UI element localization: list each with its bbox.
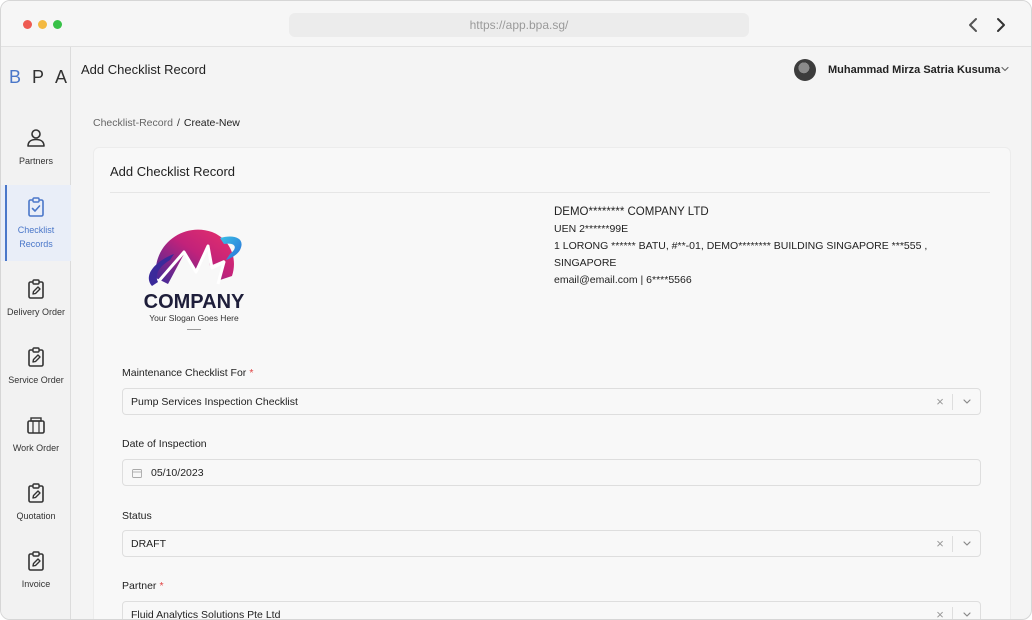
sidebar-item-label-line2: Records	[19, 238, 53, 249]
logo-text: COMPANY	[144, 291, 245, 313]
browser-titlebar: https://app.bpa.sg/	[1, 1, 1031, 47]
company-address-line1: 1 LORONG ****** BATU, #**-01, DEMO******…	[554, 240, 928, 252]
breadcrumb-link-checklist-record[interactable]: Checklist-Record	[93, 117, 173, 129]
sidebar-item-label: Invoice	[21, 578, 51, 589]
clipboard-edit-icon	[28, 278, 44, 299]
status-label: Status	[122, 510, 152, 522]
sidebar-item-label: Work Order	[12, 442, 60, 453]
clipboard-edit-icon	[28, 482, 44, 503]
brand-letter-p: P	[31, 67, 44, 87]
partner-label-text: Partner	[122, 580, 157, 592]
clipboard-edit-icon	[28, 346, 44, 367]
chevron-down-icon[interactable]	[961, 539, 973, 549]
person-icon	[27, 128, 45, 147]
app-header: Add Checklist Record Muhammad Mirza Satr…	[71, 47, 1031, 93]
chevron-down-icon[interactable]	[961, 397, 973, 407]
chevron-right-icon	[997, 18, 1005, 32]
chevron-down-icon[interactable]	[999, 63, 1011, 75]
logo-slogan: Your Slogan Goes Here	[149, 313, 239, 323]
sidebar-item-invoice[interactable]: Invoice	[1, 539, 71, 601]
sidebar-item-label: Checklist Records	[18, 223, 55, 251]
company-logo: COMPANY Your Slogan Goes Here	[144, 229, 245, 330]
avatar[interactable]	[794, 59, 816, 81]
brand-letter-b: B	[9, 67, 22, 87]
sidebar-item-checklist-records[interactable]: Checklist Records	[1, 185, 71, 261]
sidebar-item-service-order[interactable]: Service Order	[1, 335, 71, 397]
partner-label: Partner *	[122, 580, 164, 592]
clear-icon[interactable]: ×	[934, 395, 946, 409]
clipboard-check-icon	[28, 196, 44, 217]
checklist-for-value: Pump Services Inspection Checklist	[131, 396, 298, 408]
company-address-line2: SINGAPORE	[554, 257, 617, 269]
page-title: Add Checklist Record	[81, 62, 206, 77]
sidebar-item-label-line1: Checklist	[17, 224, 55, 235]
status-select[interactable]: DRAFT ×	[122, 530, 981, 557]
required-mark: *	[159, 580, 164, 592]
sidebar-item-work-order[interactable]: Work Order	[1, 403, 71, 465]
sidebar: B P A Partners Checklist Records Delivery…	[1, 47, 71, 619]
company-info: DEMO******** COMPANY LTD UEN 2******99E …	[554, 204, 927, 289]
sidebar-item-delivery-order[interactable]: Delivery Order	[1, 267, 71, 329]
briefcase-icon	[27, 416, 45, 434]
clear-icon[interactable]: ×	[934, 608, 946, 620]
close-window-button[interactable]	[23, 20, 32, 29]
required-mark: *	[249, 367, 254, 379]
chevron-left-icon	[969, 18, 977, 32]
status-value: DRAFT	[131, 538, 166, 550]
checklist-for-label-text: Maintenance Checklist For	[122, 367, 247, 379]
company-contact: email@email.com | 6****5566	[554, 274, 692, 286]
checklist-form-card: Add Checklist Record COMPANY Your Slogan…	[93, 147, 1011, 620]
chevron-down-icon[interactable]	[961, 610, 973, 620]
partner-select[interactable]: Fluid Analytics Solutions Pte Ltd ×	[122, 601, 981, 620]
address-bar[interactable]: https://app.bpa.sg/	[289, 13, 749, 37]
sidebar-item-quotation[interactable]: Quotation	[1, 471, 71, 533]
checklist-for-label: Maintenance Checklist For *	[122, 367, 253, 379]
clipboard-edit-icon	[28, 550, 44, 571]
company-name: DEMO******** COMPANY LTD	[554, 206, 709, 218]
forward-button[interactable]	[991, 13, 1011, 37]
breadcrumb: Checklist-Record / Create-New	[93, 117, 240, 129]
breadcrumb-separator: /	[176, 117, 180, 129]
select-separator	[952, 394, 953, 410]
sidebar-item-label: Partners	[18, 155, 53, 166]
brand-logo[interactable]: B P A	[9, 67, 67, 88]
minimize-window-button[interactable]	[38, 20, 47, 29]
select-separator	[952, 607, 953, 619]
partner-value: Fluid Analytics Solutions Pte Ltd	[131, 609, 281, 620]
clear-icon[interactable]: ×	[934, 537, 946, 551]
select-separator	[952, 536, 953, 552]
user-name[interactable]: Muhammad Mirza Satria Kusuma	[828, 64, 1000, 76]
breadcrumb-current: Create-New	[183, 117, 240, 129]
sidebar-item-label: Delivery Order	[6, 306, 65, 317]
card-title: Add Checklist Record	[110, 164, 235, 179]
sidebar-item-label: Service Order	[8, 374, 64, 385]
sidebar-item-partners[interactable]: Partners	[1, 116, 71, 178]
checklist-for-select[interactable]: Pump Services Inspection Checklist ×	[122, 388, 981, 415]
back-button[interactable]	[963, 13, 983, 37]
date-value: 05/10/2023	[151, 467, 204, 479]
sidebar-item-label: Quotation	[16, 510, 56, 521]
brand-letter-a: A	[54, 67, 67, 87]
company-uen: UEN 2******99E	[554, 223, 629, 235]
browser-window: https://app.bpa.sg/ B P A Partners Check…	[0, 0, 1032, 620]
calendar-icon	[132, 469, 142, 478]
date-label: Date of Inspection	[122, 438, 207, 450]
date-of-inspection-input[interactable]: 05/10/2023	[122, 459, 981, 486]
maximize-window-button[interactable]	[53, 20, 62, 29]
divider	[110, 192, 990, 193]
